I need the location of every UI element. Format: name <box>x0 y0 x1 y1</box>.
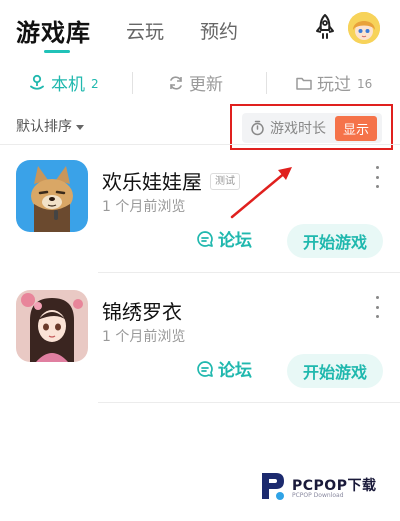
subtab-local-label: 本机 <box>51 75 85 95</box>
game-last-viewed: 1 个月前浏览 <box>102 329 186 345</box>
game-item[interactable]: 锦绣罗衣 1 个月前浏览 论坛 开始游戏 <box>0 278 400 408</box>
sort-dropdown[interactable]: 默认排序 <box>16 116 84 136</box>
subtab-local-count: 2 <box>91 77 99 91</box>
forum-button[interactable]: 论坛 <box>196 356 252 381</box>
start-game-button[interactable]: 开始游戏 <box>287 224 383 258</box>
tab-cloud-play[interactable]: 云玩 <box>126 17 164 44</box>
pcpop-watermark: PCPOP下载 PCPOP Download <box>258 467 394 507</box>
subtab-played[interactable]: 玩过 16 <box>296 70 372 95</box>
game-icon-jinxiu-luoyi[interactable] <box>16 290 88 362</box>
subtab-update[interactable]: 更新 <box>168 70 223 95</box>
folder-icon <box>296 77 312 90</box>
subtab-divider <box>266 72 267 94</box>
test-badge: 测试 <box>210 173 240 190</box>
more-icon[interactable] <box>372 166 382 188</box>
caret-down-icon <box>76 124 84 130</box>
forum-icon <box>197 230 213 247</box>
tab-reservations[interactable]: 预约 <box>200 17 238 44</box>
subtab-divider <box>132 72 133 94</box>
refresh-icon <box>170 75 182 90</box>
pcpop-logo-icon <box>262 473 284 500</box>
local-device-icon <box>30 74 44 90</box>
start-game-button[interactable]: 开始游戏 <box>287 354 383 388</box>
section-divider <box>0 144 400 145</box>
watermark-sub: PCPOP Download <box>292 492 344 499</box>
forum-button[interactable]: 论坛 <box>196 226 252 251</box>
subtab-played-label: 玩过 <box>317 75 351 95</box>
subtab-played-count: 16 <box>357 77 373 91</box>
item-divider <box>98 272 400 273</box>
user-avatar[interactable] <box>348 12 380 44</box>
forum-label: 论坛 <box>218 361 252 381</box>
top-navigation: 游戏库 云玩 预约 <box>0 0 400 58</box>
more-icon[interactable] <box>372 296 382 318</box>
subtab-local[interactable]: 本机 2 <box>28 70 99 95</box>
forum-label: 论坛 <box>218 231 252 251</box>
game-last-viewed: 1 个月前浏览 <box>102 199 186 215</box>
game-title: 欢乐娃娃屋 <box>102 170 202 194</box>
library-subtabs: 本机 2 更新 玩过 16 <box>0 62 400 102</box>
forum-icon <box>197 360 213 377</box>
subtab-update-label: 更新 <box>189 75 223 95</box>
tab-game-library[interactable]: 游戏库 <box>16 13 91 48</box>
item-divider <box>98 402 400 403</box>
game-title: 锦绣罗衣 <box>102 300 182 324</box>
rocket-icon[interactable] <box>312 13 338 41</box>
game-item[interactable]: 欢乐娃娃屋 测试 1 个月前浏览 论坛 开始游戏 <box>0 148 400 278</box>
sort-label: 默认排序 <box>16 119 72 135</box>
game-icon-doll-house[interactable] <box>16 160 88 232</box>
active-tab-indicator <box>44 50 70 53</box>
